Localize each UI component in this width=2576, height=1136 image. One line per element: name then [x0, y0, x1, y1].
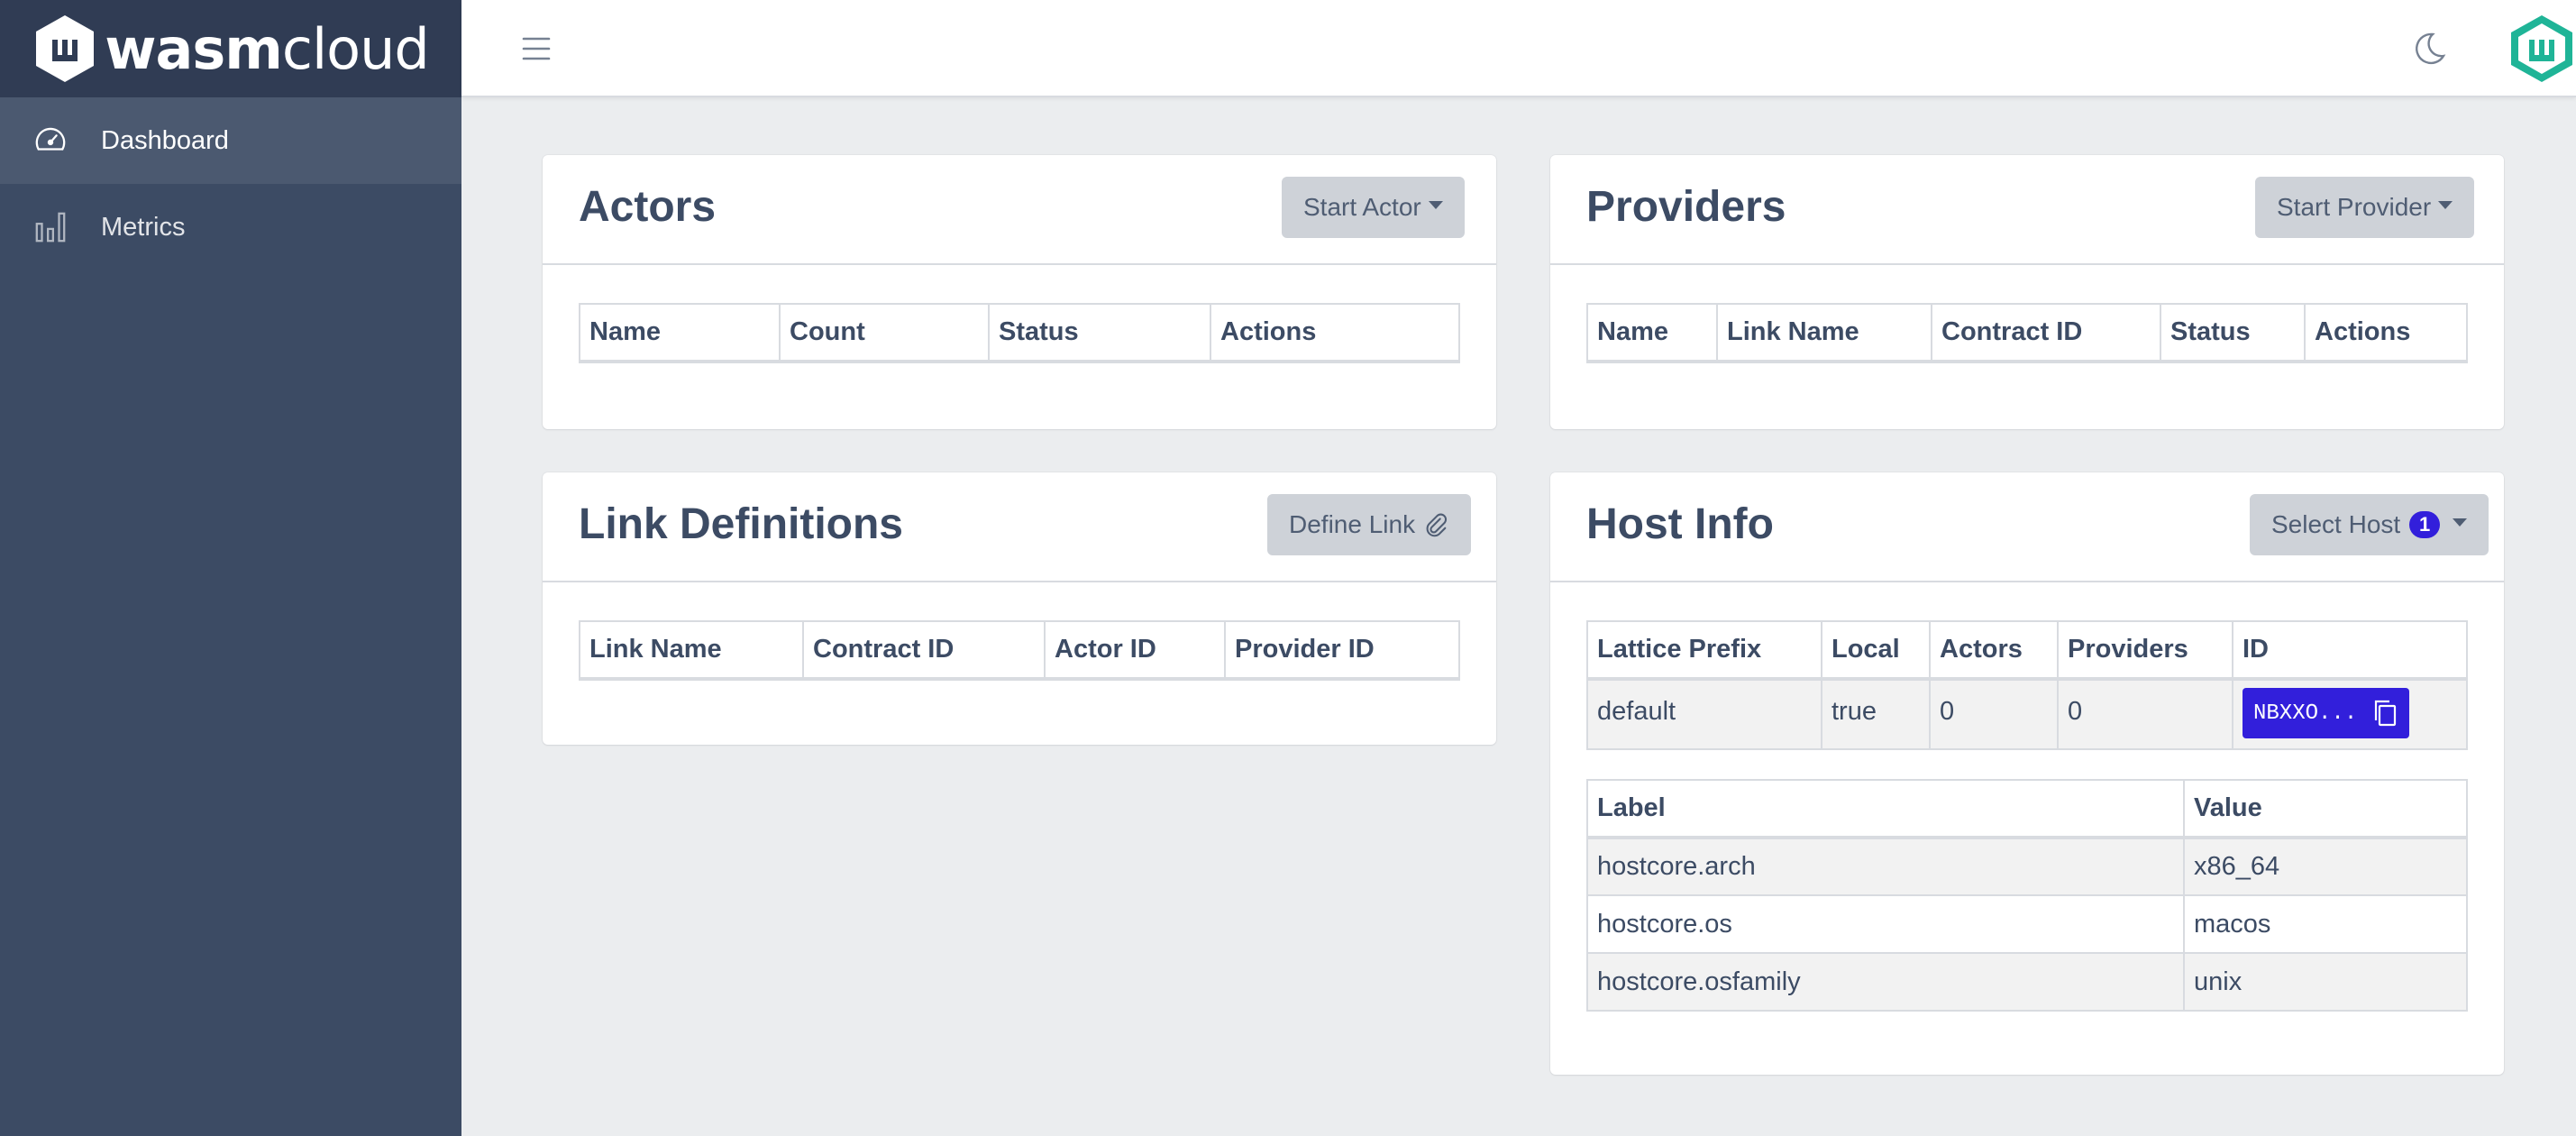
- column-header: Name: [579, 303, 781, 363]
- value-cell: macos: [2183, 894, 2468, 954]
- column-header: Local: [1821, 620, 1931, 681]
- column-header: Actions: [2304, 303, 2468, 363]
- link-definitions-table: Link Name Contract ID Actor ID Provider …: [579, 620, 1460, 681]
- column-header: Providers: [2057, 620, 2233, 681]
- top-header: [461, 0, 2576, 97]
- moon-icon[interactable]: [2411, 31, 2447, 67]
- column-header: Status: [2160, 303, 2306, 363]
- host-id-cell: NBXXO...: [2232, 678, 2468, 750]
- button-label: Define Link: [1289, 510, 1416, 538]
- column-header: Actions: [1210, 303, 1460, 363]
- value-cell: x86_64: [2183, 837, 2468, 896]
- column-header: Value: [2183, 779, 2468, 839]
- sidebar: wasmcloud Dashboard Metrics: [0, 0, 461, 1136]
- caret-down-icon: [2453, 518, 2468, 527]
- sidebar-item-metrics[interactable]: Metrics: [0, 184, 461, 270]
- column-header: Lattice Prefix: [1586, 620, 1822, 681]
- column-header: Link Name: [579, 620, 804, 681]
- column-header: Status: [988, 303, 1211, 363]
- label-cell: hostcore.os: [1586, 894, 2185, 954]
- hamburger-icon[interactable]: [521, 32, 552, 65]
- column-header: Name: [1586, 303, 1718, 363]
- local-cell: true: [1821, 678, 1931, 750]
- lattice-prefix-cell: default: [1586, 678, 1822, 750]
- host-labels-table: Label Value hostcore.arch x86_64 hostcor…: [1586, 779, 2468, 1012]
- column-header: Provider ID: [1224, 620, 1460, 681]
- bar-chart-icon: [32, 209, 69, 245]
- sidebar-item-label: Metrics: [101, 212, 186, 242]
- speedometer-icon: [32, 123, 69, 159]
- column-header: Count: [779, 303, 990, 363]
- caret-down-icon: [1428, 200, 1443, 209]
- copy-host-id-button[interactable]: NBXXO...: [2243, 688, 2410, 738]
- card-title: Providers: [1586, 183, 1786, 231]
- column-header: Link Name: [1716, 303, 1932, 363]
- sidebar-item-label: Dashboard: [101, 125, 229, 155]
- select-host-button[interactable]: Select Host 1: [2250, 494, 2489, 555]
- card-header: Providers Start Provider: [1550, 155, 2504, 265]
- table-row: hostcore.arch x86_64: [1586, 837, 2468, 896]
- table-row: hostcore.os macos: [1586, 894, 2468, 954]
- actors-count-cell: 0: [1929, 678, 2059, 750]
- column-header: Contract ID: [802, 620, 1046, 681]
- copy-icon: [2375, 700, 2397, 727]
- providers-count-cell: 0: [2057, 678, 2233, 750]
- table-row: default true 0 0 NBXXO...: [1586, 678, 2468, 750]
- host-info-card: Host Info Select Host 1 Lattice Prefix L…: [1550, 472, 2504, 1075]
- define-link-button[interactable]: Define Link: [1267, 494, 1472, 555]
- providers-card: Providers Start Provider Name Link Name …: [1550, 155, 2504, 429]
- column-header: ID: [2232, 620, 2468, 681]
- button-label: Select Host: [2271, 510, 2401, 538]
- actors-table: Name Count Status Actions: [579, 303, 1460, 363]
- column-header: Contract ID: [1931, 303, 2161, 363]
- column-header: Actors: [1929, 620, 2059, 681]
- button-label: Start Actor: [1303, 193, 1421, 221]
- host-id-text: NBXXO...: [2253, 701, 2358, 726]
- brand[interactable]: wasmcloud: [0, 0, 461, 97]
- paperclip-icon: [1426, 513, 1448, 537]
- label-cell: hostcore.arch: [1586, 837, 2185, 896]
- start-actor-button[interactable]: Start Actor: [1282, 177, 1465, 238]
- card-header: Host Info Select Host 1: [1550, 472, 2504, 582]
- column-header: Actor ID: [1044, 620, 1226, 681]
- start-provider-button[interactable]: Start Provider: [2255, 177, 2475, 238]
- column-header: Label: [1586, 779, 2185, 839]
- button-label: Start Provider: [2277, 193, 2432, 221]
- value-cell: unix: [2183, 952, 2468, 1012]
- card-header: Actors Start Actor: [543, 155, 1496, 265]
- label-cell: hostcore.osfamily: [1586, 952, 2185, 1012]
- card-title: Actors: [579, 183, 717, 231]
- card-title: Host Info: [1586, 500, 1774, 548]
- host-table: Lattice Prefix Local Actors Providers ID…: [1586, 620, 2468, 750]
- actors-card: Actors Start Actor Name Count Status Act…: [543, 155, 1496, 429]
- wasmcloud-logo-icon[interactable]: [2507, 13, 2576, 85]
- providers-table: Name Link Name Contract ID Status Action…: [1586, 303, 2468, 363]
- host-count-badge: 1: [2409, 511, 2441, 538]
- brand-wordmark: wasmcloud: [105, 15, 430, 82]
- card-header: Link Definitions Define Link: [543, 472, 1496, 582]
- sidebar-item-dashboard[interactable]: Dashboard: [0, 97, 461, 184]
- link-definitions-card: Link Definitions Define Link Link Name C…: [543, 472, 1496, 745]
- caret-down-icon: [2438, 200, 2453, 209]
- wasmcloud-logo-icon: [36, 15, 95, 82]
- table-row: hostcore.osfamily unix: [1586, 952, 2468, 1012]
- card-title: Link Definitions: [579, 500, 903, 548]
